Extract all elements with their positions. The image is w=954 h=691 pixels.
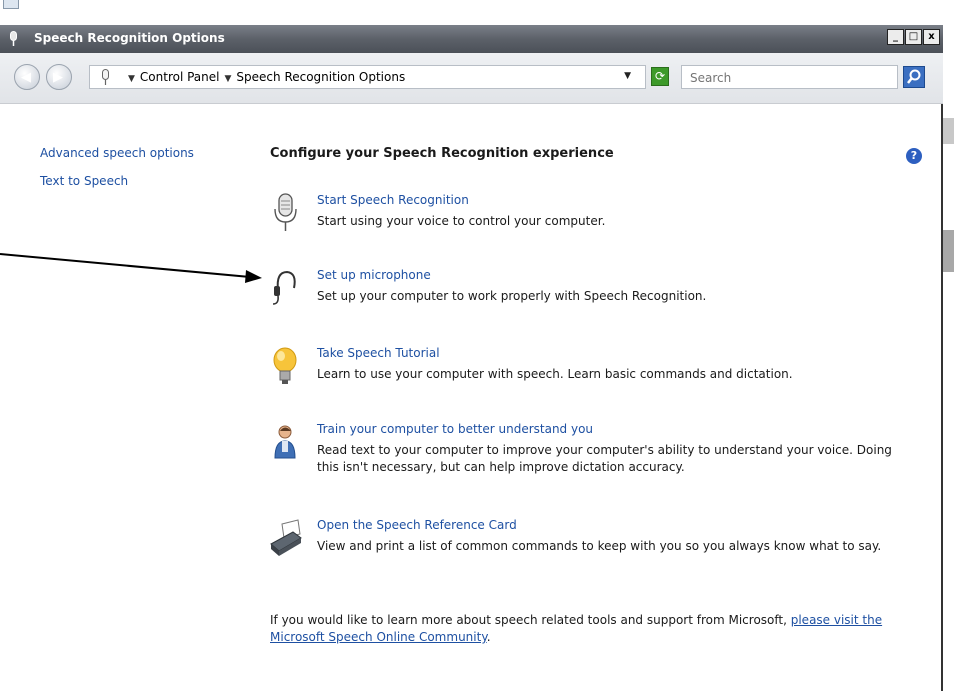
search-input[interactable] xyxy=(688,67,892,89)
back-arrow-icon: ◀ xyxy=(21,70,31,85)
user-icon xyxy=(274,425,296,459)
search-box[interactable] xyxy=(681,65,898,89)
control-panel-window: Speech Recognition Options _ □ x ◀ ▶ ▼ Co… xyxy=(0,0,943,691)
footer-note: If you would like to learn more about sp… xyxy=(270,612,920,646)
microphone-icon xyxy=(102,69,109,85)
task-link[interactable]: Open the Speech Reference Card xyxy=(317,518,517,532)
app-icon xyxy=(3,0,19,9)
sidebar: Advanced speech options Text to Speech xyxy=(40,146,194,202)
microphone-icon xyxy=(274,193,297,231)
breadcrumb-speech-recognition-options[interactable]: Speech Recognition Options xyxy=(236,70,405,84)
lightbulb-icon xyxy=(273,347,297,384)
chevron-down-icon[interactable]: ▼ xyxy=(128,74,135,84)
task-description: Read text to your computer to improve yo… xyxy=(317,443,892,474)
page-heading: Configure your Speech Recognition experi… xyxy=(270,146,614,161)
microphone-icon xyxy=(10,31,17,46)
task-link[interactable]: Train your computer to better understand… xyxy=(317,422,593,436)
window-top-strip xyxy=(0,0,943,25)
chevron-down-icon[interactable]: ▼ xyxy=(225,74,232,84)
address-dropdown-icon[interactable]: ▼ xyxy=(624,71,631,81)
navigation-bar: ◀ ▶ ▼ Control Panel ▼ Speech Recognition Op… xyxy=(0,53,943,104)
help-icon[interactable]: ? xyxy=(906,148,922,164)
sidebar-link-text-to-speech[interactable]: Text to Speech xyxy=(40,174,194,188)
backdrop-fragment xyxy=(942,118,954,144)
address-bar[interactable]: ▼ Control Panel ▼ Speech Recognition Option… xyxy=(89,65,646,89)
task-link[interactable]: Take Speech Tutorial xyxy=(317,346,440,360)
annotation-arrow xyxy=(0,253,262,283)
title-bar[interactable]: Speech Recognition Options _ □ x xyxy=(0,25,943,53)
printer-icon xyxy=(270,519,302,556)
back-button[interactable]: ◀ xyxy=(14,64,40,90)
task-link[interactable]: Start Speech Recognition xyxy=(317,193,469,207)
refresh-button[interactable]: ⟳ xyxy=(651,67,669,86)
minimize-button[interactable]: _ xyxy=(887,29,904,45)
task-description: Start using your voice to control your c… xyxy=(317,214,606,228)
window-title: Speech Recognition Options xyxy=(34,31,225,45)
task-description: Learn to use your computer with speech. … xyxy=(317,367,793,381)
task-description: Set up your computer to work properly wi… xyxy=(317,289,707,303)
sidebar-link-advanced-speech-options[interactable]: Advanced speech options xyxy=(40,146,194,160)
search-button[interactable] xyxy=(903,66,925,88)
search-icon xyxy=(907,69,921,84)
breadcrumb-control-panel[interactable]: Control Panel xyxy=(140,70,220,84)
close-button[interactable]: x xyxy=(923,29,940,45)
refresh-icon: ⟳ xyxy=(654,69,666,83)
forward-arrow-icon: ▶ xyxy=(53,70,63,85)
maximize-button[interactable]: □ xyxy=(905,29,922,45)
backdrop-fragment xyxy=(942,230,954,272)
footer-text: If you would like to learn more about sp… xyxy=(270,613,791,627)
forward-button[interactable]: ▶ xyxy=(46,64,72,90)
task-link[interactable]: Set up microphone xyxy=(317,268,431,282)
footer-end: . xyxy=(486,630,491,644)
task-description: View and print a list of common commands… xyxy=(317,539,882,553)
